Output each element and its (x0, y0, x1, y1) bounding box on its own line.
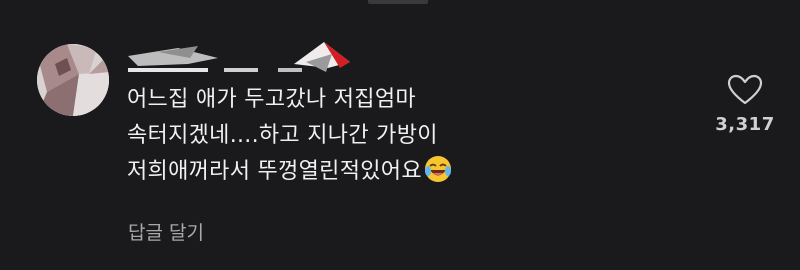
username-redacted (128, 28, 388, 84)
like-count: 3,317 (715, 114, 775, 135)
comment-item: 어느집 애가 두고갔나 저집엄마 속터지겠네....하고 지나간 가방이 저희애… (0, 0, 800, 270)
comment-body: 어느집 애가 두고갔나 저집엄마 속터지겠네....하고 지나간 가방이 저희애… (127, 82, 687, 190)
comment-line-3: 저희애꺼라서 뚜껑열린적있어요 (127, 154, 687, 190)
laughing-tears-emoji-icon (424, 155, 452, 183)
reply-button[interactable]: 답글 달기 (128, 218, 204, 245)
user-avatar[interactable] (37, 44, 109, 116)
comment-line-2: 속터지겠네....하고 지나간 가방이 (127, 123, 438, 148)
heart-outline-icon[interactable] (727, 74, 763, 106)
comment-line-3-text: 저희애꺼라서 뚜껑열린적있어요 (127, 159, 422, 184)
comment-line-1: 어느집 애가 두고갔나 저집엄마 (127, 87, 416, 112)
like-section: 3,317 (700, 74, 790, 144)
avatar-image (37, 44, 109, 116)
